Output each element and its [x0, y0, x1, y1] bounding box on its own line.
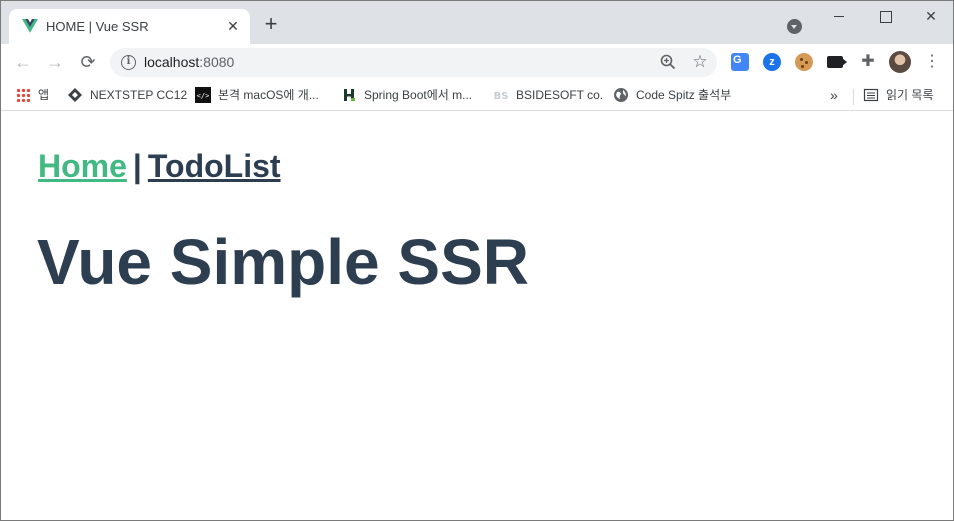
window-maximize-button[interactable] [862, 5, 908, 29]
bookmark-label: 본격 macOS에 개... [218, 88, 319, 102]
nav-link-todolist[interactable]: TodoList [148, 148, 281, 184]
bookmark-label: NEXTSTEP CC12 [90, 88, 188, 102]
bookmark-apps[interactable]: 앱 [16, 86, 49, 104]
bookmarks-divider [853, 89, 854, 105]
translate-extension-icon[interactable] [731, 53, 749, 71]
z-extension-icon[interactable]: z [763, 53, 781, 71]
bookmarks-overflow-button[interactable]: » [830, 86, 838, 104]
tab-title: HOME | Vue SSR [46, 19, 149, 34]
window-close-button[interactable]: ✕ [908, 5, 953, 29]
bookmark-macos[interactable]: </> 본격 macOS에 개... [195, 86, 319, 104]
site-info-icon[interactable]: i [121, 55, 136, 70]
tab-active[interactable]: HOME | Vue SSR ✕ [9, 9, 250, 44]
svg-text:</>: </> [197, 92, 210, 100]
bookmark-label: BSIDESOFT co. [516, 88, 604, 102]
url-host: localhost [144, 54, 200, 70]
svg-text:BS: BS [494, 91, 509, 102]
browser-toolbar: ← → ⟳ i localhost:8080 ☆ z ✚ ⋮ [1, 44, 953, 80]
globe-icon [614, 87, 628, 102]
bookmark-bsidesoft[interactable]: BS BSIDESOFT co. [493, 86, 604, 104]
bookmark-label: Code Spitz 출석부 [636, 88, 732, 102]
tab-close-icon[interactable]: ✕ [224, 17, 242, 35]
reading-list-label: 읽기 목록 [886, 88, 934, 102]
forward-button[interactable]: → [43, 50, 67, 74]
reading-list-button[interactable]: 읽기 목록 [863, 86, 934, 104]
page-content: Home | TodoList Vue Simple SSR [1, 112, 953, 520]
code-icon: </> [195, 86, 211, 103]
new-tab-button[interactable]: + [260, 13, 282, 36]
apps-grid-icon [16, 87, 30, 102]
url-text[interactable]: localhost:8080 [144, 54, 234, 70]
reading-list-icon [863, 88, 879, 101]
nav-link-home[interactable]: Home [38, 148, 127, 184]
reload-button[interactable]: ⟳ [76, 50, 100, 74]
page-heading: Vue Simple SSR [37, 226, 529, 298]
nav-separator: | [132, 148, 142, 184]
back-button[interactable]: ← [11, 50, 35, 74]
nextstep-icon [68, 87, 82, 102]
menu-dots-icon[interactable]: ⋮ [923, 52, 941, 72]
zoom-icon[interactable] [659, 53, 677, 71]
window-minimize-button[interactable] [816, 5, 862, 29]
bookmark-star-icon[interactable]: ☆ [690, 52, 710, 72]
extensions-puzzle-icon[interactable]: ✚ [859, 53, 877, 71]
address-bar[interactable]: i localhost:8080 ☆ [110, 48, 717, 77]
video-extension-icon[interactable] [827, 56, 847, 68]
bookmark-spring[interactable]: Spring Boot에서 m... [341, 86, 472, 104]
cookie-extension-icon[interactable] [795, 53, 813, 71]
bookmark-label: Spring Boot에서 m... [364, 88, 473, 102]
bookmark-codespitz[interactable]: Code Spitz 출석부 [613, 86, 731, 104]
spring-icon [344, 88, 355, 101]
bookmarks-bar: 앱 NEXTSTEP CC12 </> 본격 macOS에 개... Spring… [1, 80, 953, 111]
url-port: :8080 [199, 54, 235, 70]
vue-logo-icon [22, 19, 38, 33]
bsidesoft-icon: BS [494, 91, 509, 102]
tab-search-icon[interactable] [787, 19, 802, 34]
browser-window: HOME | Vue SSR ✕ + ✕ ← → ⟳ i localhost:8… [0, 0, 954, 521]
profile-avatar[interactable] [889, 51, 911, 73]
bookmark-label: 앱 [38, 88, 50, 102]
bookmark-nextstep[interactable]: NEXTSTEP CC12 [67, 86, 187, 104]
app-nav: Home | TodoList [38, 148, 281, 185]
tab-strip: HOME | Vue SSR ✕ + ✕ [1, 1, 953, 44]
